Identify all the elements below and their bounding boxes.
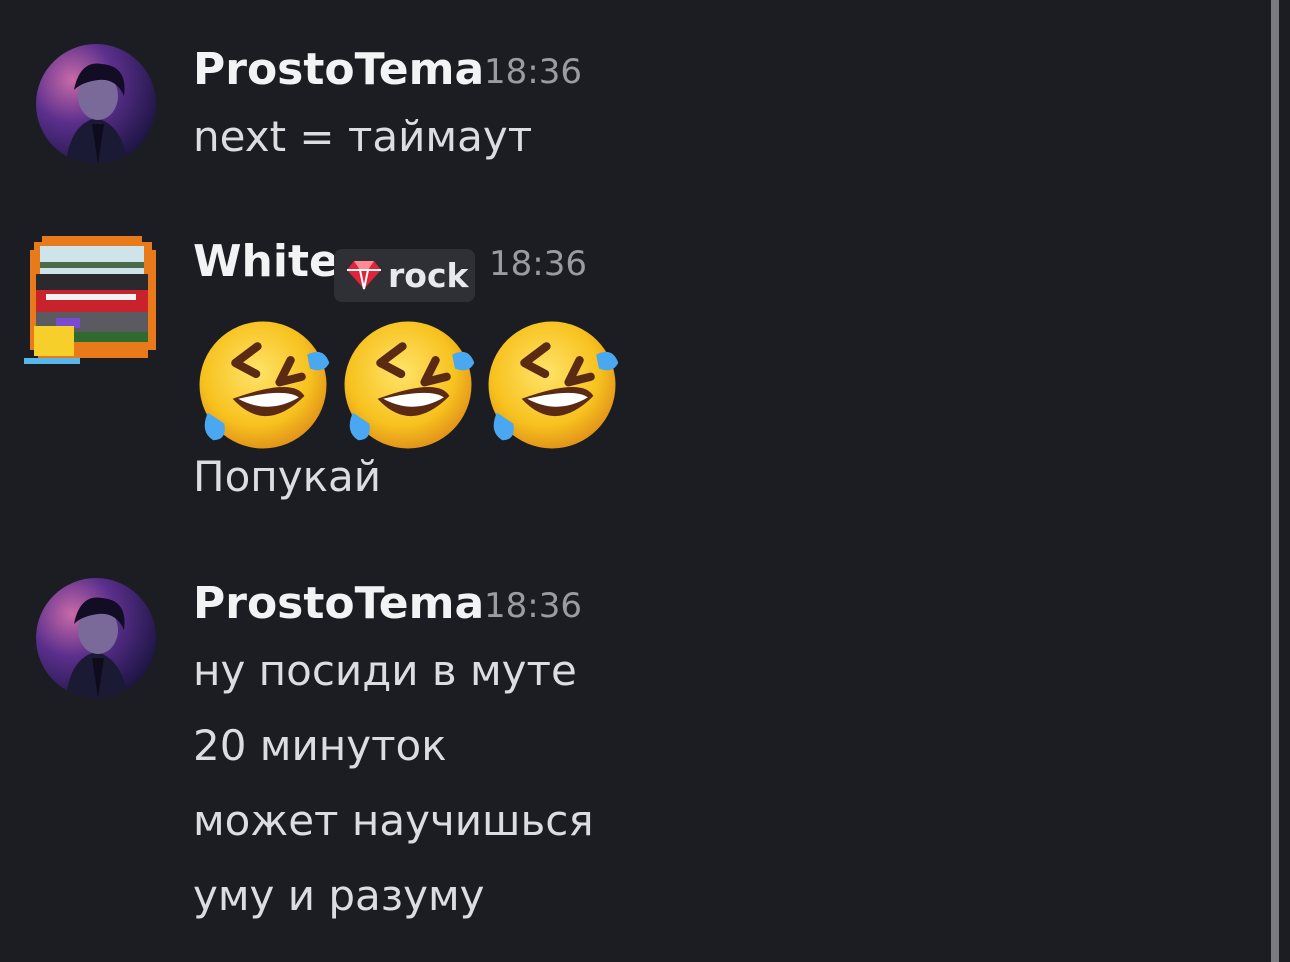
avatar[interactable] — [36, 44, 156, 164]
author-name[interactable]: ProstoTema — [193, 44, 484, 96]
message-group: White rock 18:36 Попукай — [0, 236, 1260, 506]
message-text: уму и разуму — [193, 871, 485, 920]
author-name[interactable]: White — [193, 236, 339, 288]
message-text: next = таймаут — [193, 112, 533, 161]
chat-message-list: ProstoTema 18:36 next = таймаут White ro… — [0, 0, 1290, 962]
server-tag[interactable]: rock — [334, 249, 475, 302]
message-timestamp: 18:36 — [484, 586, 582, 626]
author-name[interactable]: ProstoTema — [193, 578, 484, 630]
avatar[interactable] — [24, 236, 158, 366]
server-tag-label: rock — [388, 256, 469, 295]
rofl-emoji-icon[interactable] — [339, 316, 477, 454]
message-group: ProstoTema 18:36 ну посиди в муте 20 мин… — [0, 578, 1260, 928]
avatar[interactable] — [36, 578, 156, 698]
message-timestamp: 18:36 — [489, 244, 587, 284]
message-text: ну посиди в муте — [193, 646, 577, 695]
message-group: ProstoTema 18:36 next = таймаут — [0, 44, 1260, 164]
message-text: может научишься — [193, 796, 594, 845]
rofl-emoji-icon[interactable] — [194, 316, 332, 454]
message-timestamp: 18:36 — [484, 52, 582, 92]
rofl-emoji-icon[interactable] — [483, 316, 621, 454]
message-text: 20 минуток — [193, 721, 447, 770]
scrollbar[interactable] — [1271, 0, 1279, 962]
message-text: Попукай — [193, 452, 381, 501]
gem-icon — [347, 261, 381, 290]
